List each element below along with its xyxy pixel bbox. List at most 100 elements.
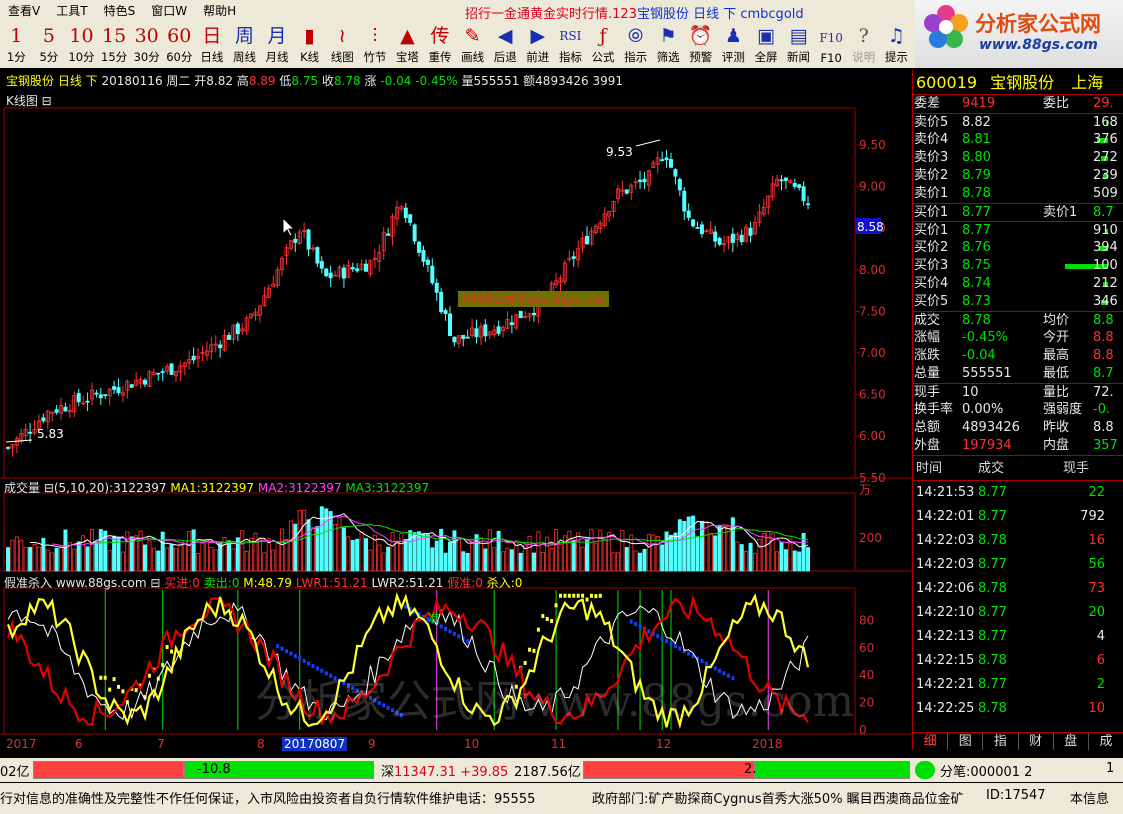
right-tab-1[interactable]: 图 xyxy=(948,733,984,750)
toolbar-button-17[interactable]: RSI 指标 xyxy=(554,21,587,68)
toolbar-button-5[interactable]: 60 60分 xyxy=(163,21,196,68)
indicator-dot xyxy=(634,621,638,626)
quote-row: 现手 10 量比 72. xyxy=(913,383,1123,401)
indicator-dot xyxy=(103,675,107,680)
menu-view[interactable]: 查看V xyxy=(0,2,48,19)
toolbar-label-10: 线图 xyxy=(330,50,354,64)
indicator-dot xyxy=(108,687,112,692)
candle-body xyxy=(319,261,324,269)
candle-body xyxy=(6,447,11,449)
toolbar-label-11: 竹节 xyxy=(363,50,387,64)
date-tick: 11 xyxy=(551,737,567,751)
quote-row: 买价3 8.75 100 xyxy=(913,257,1123,275)
sh-red-bar xyxy=(33,761,184,779)
toolbar-button-18[interactable]: ƒ 公式 xyxy=(587,21,620,68)
tick-cell-p: 8.78 xyxy=(978,533,1007,548)
menu-special[interactable]: 特色S xyxy=(96,2,144,19)
toolbar-button-13[interactable]: 传重传 xyxy=(424,21,457,68)
stock-header: 600019 宝钢股份 上海 xyxy=(913,70,1123,95)
indicator-dot xyxy=(302,658,306,663)
toolbar-button-24[interactable]: ▤ 新闻 xyxy=(782,21,815,68)
chart-svg[interactable]: 9.509.008.508.007.507.006.506.005.50200万… xyxy=(0,90,913,750)
toolbar-button-6[interactable]: 日日线 xyxy=(196,21,229,68)
indicator-dot xyxy=(448,629,452,634)
indicator-dot xyxy=(550,618,554,623)
tick-cell-p: 8.77 xyxy=(978,677,1007,692)
quote-row: 卖价2 8.79 239 xyxy=(913,167,1123,185)
toolbar-button-23[interactable]: ▣ 全屏 xyxy=(750,21,783,68)
tick-col-price: 成交 xyxy=(978,461,1005,476)
menu-help[interactable]: 帮助H xyxy=(195,2,244,19)
right-tab-4[interactable]: 盘 xyxy=(1054,733,1089,750)
status-one: 1 xyxy=(1106,761,1115,776)
toolbar-button-27[interactable]: ♫ 提示 xyxy=(880,21,913,68)
tick-list[interactable]: 14:21:53 8.77 22 14:22:01 8.77 792 14:22:03 8.7… xyxy=(913,481,1123,721)
toolbar-button-7[interactable]: 周周线 xyxy=(228,21,261,68)
volume-bar xyxy=(271,549,276,572)
volume-bar xyxy=(147,540,152,572)
toolbar-button-19[interactable]: ⦾ 指示 xyxy=(619,21,652,68)
kline-label[interactable]: K线图 ⊟ xyxy=(6,92,52,109)
volume-bar xyxy=(779,541,784,572)
toolbar-button-2[interactable]: 10 10分 xyxy=(65,21,98,68)
quote-cell: 910 xyxy=(1093,223,1118,238)
toolbar-button-26[interactable]: ? 说明 xyxy=(847,21,880,68)
toolbar-button-21[interactable]: ⏰ 预警 xyxy=(684,21,717,68)
indicator-header: 假准杀入 www.88gs.com ⊟ 买进:0 卖出:0 M:48.79 LW… xyxy=(4,574,522,591)
toolbar-icon-13: 传 xyxy=(430,25,450,47)
toolbar-button-9[interactable]: ▮ K线 xyxy=(293,21,326,68)
toolbar-button-11[interactable]: ⫶ 竹节 xyxy=(359,21,392,68)
volume-header: 成交量 ⊟(5,10,20):3122397 MA1:3122397 MA2:3… xyxy=(4,479,429,496)
toolbar-button-16[interactable]: ▶ 前进 xyxy=(522,21,555,68)
candle-body xyxy=(421,249,426,262)
toolbar-icon-18: ƒ xyxy=(599,25,607,47)
toolbar-button-22[interactable]: ♟ 评测 xyxy=(717,21,750,68)
status-news[interactable]: 政府部门:矿产勘探商Cygnus首秀大涨50% 瞩目西澳商品位金矿 xyxy=(592,788,964,807)
toolbar-button-15[interactable]: ◀ 后退 xyxy=(489,21,522,68)
right-tab-3[interactable]: 财 xyxy=(1019,733,1054,750)
right-tab-2[interactable]: 指 xyxy=(983,733,1019,750)
menu-tools[interactable]: 工具T xyxy=(48,2,95,19)
toolbar-button-0[interactable]: 1 1分 xyxy=(0,21,33,68)
toolbar-icon-24: ▤ xyxy=(789,25,808,47)
indicator-dot xyxy=(165,644,169,649)
volume-bar xyxy=(447,541,452,572)
tick-cell-p: 8.77 xyxy=(978,557,1007,572)
logo-url[interactable]: www.88gs.com xyxy=(979,37,1098,53)
menu-window[interactable]: 窗口W xyxy=(143,2,195,19)
right-tab-5[interactable]: 成 xyxy=(1089,733,1123,750)
candle-body xyxy=(496,326,501,334)
volume-bar xyxy=(797,551,802,572)
toolbar-icon-8: 月 xyxy=(267,25,287,47)
volume-bar xyxy=(386,546,391,572)
candle-body xyxy=(169,363,174,375)
volume-bar xyxy=(646,534,651,572)
volume-bar xyxy=(350,539,355,572)
toolbar-button-10[interactable]: ≀ 线图 xyxy=(326,21,359,68)
candle-body xyxy=(112,386,117,390)
toolbar-button-8[interactable]: 月月线 xyxy=(261,21,294,68)
toolbar-button-4[interactable]: 30 30分 xyxy=(130,21,163,68)
toolbar-button-14[interactable]: ✎ 画线 xyxy=(456,21,489,68)
chart-area[interactable]: 9.509.008.508.007.507.006.506.005.50200万… xyxy=(0,90,913,750)
volume-bar xyxy=(492,547,497,572)
volume-bar xyxy=(226,540,231,572)
toolbar-button-20[interactable]: ⚑ 筛选 xyxy=(652,21,685,68)
status-fenbi[interactable]: 分笔:000001 2 xyxy=(940,761,1032,780)
toolbar-label-20: 筛选 xyxy=(656,50,680,64)
toolbar-icon-20: ⚑ xyxy=(659,25,677,47)
toolbar-label-26: 说明 xyxy=(852,50,876,64)
toolbar-button-25[interactable]: F10 F10 xyxy=(815,21,848,68)
quote-cell: 555551 xyxy=(962,366,1012,381)
volume-bar xyxy=(32,543,37,572)
volume-bar xyxy=(266,538,271,572)
tick-cell-p: 8.78 xyxy=(978,581,1007,596)
toolbar-button-3[interactable]: 15 15分 xyxy=(98,21,131,68)
toolbar-button-1[interactable]: 5 5分 xyxy=(33,21,66,68)
toolbar-icon-2: 10 xyxy=(69,25,94,47)
right-tab-0[interactable]: 细 xyxy=(913,733,949,750)
candle-body xyxy=(447,313,452,336)
toolbar-button-12[interactable]: ▲ 宝塔 xyxy=(391,21,424,68)
tick-row: 14:22:21 8.77 2 xyxy=(913,673,1123,697)
candle-body xyxy=(452,336,457,343)
